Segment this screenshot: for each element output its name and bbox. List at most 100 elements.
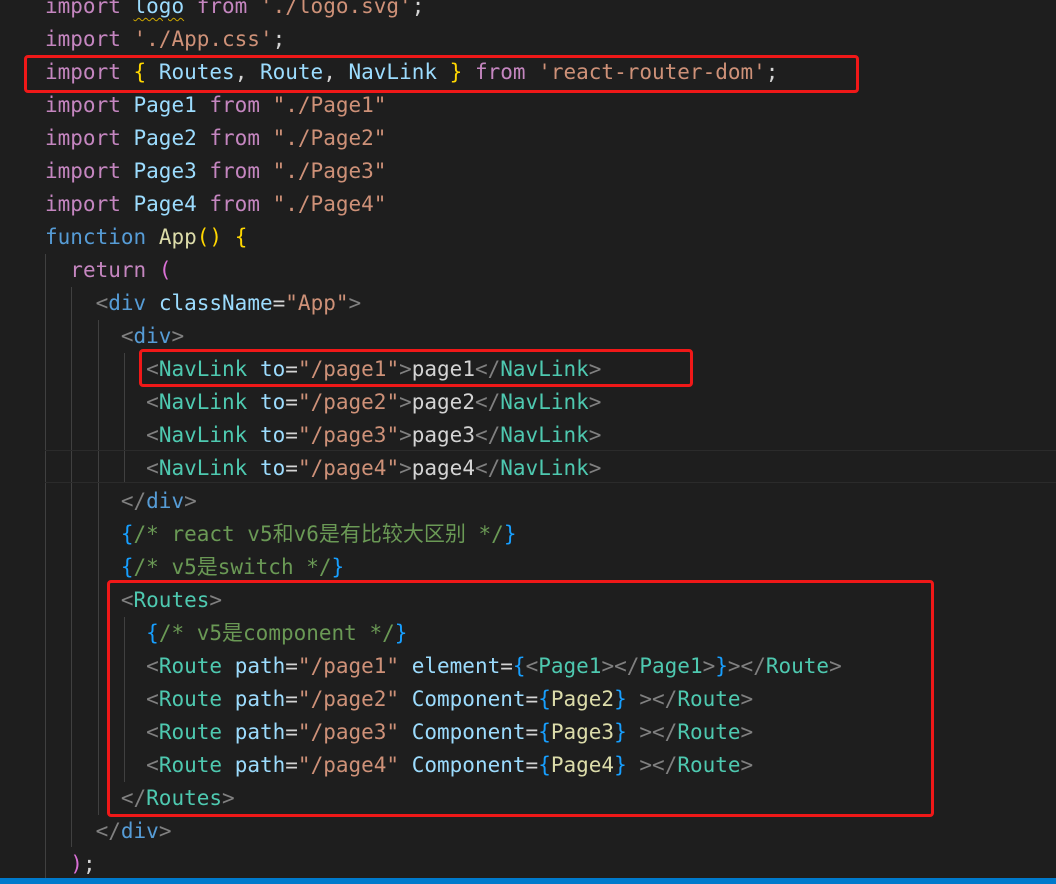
code-token: Page4	[133, 192, 197, 216]
code-token: div	[146, 489, 185, 513]
code-token: "App"	[285, 291, 349, 315]
code-editor[interactable]: import logo from './logo.svg'; import './…	[0, 0, 1056, 884]
code-token: from	[209, 93, 260, 117]
code-line[interactable]: {/* react v5和v6是有比较大区别 */}	[45, 518, 842, 551]
code-token: </	[474, 456, 501, 480]
code-token: logo	[133, 0, 185, 18]
highlight-box-navlink	[139, 349, 693, 387]
code-token: import	[45, 159, 121, 183]
code-token: }	[331, 555, 345, 579]
code-token: "./Page1"	[272, 93, 387, 117]
code-token: ;	[272, 27, 286, 51]
code-line[interactable]: import Page4 from "./Page4"	[45, 188, 842, 221]
code-token: <	[120, 324, 134, 348]
code-token: from	[209, 126, 260, 150]
code-token: >	[588, 456, 602, 480]
code-line[interactable]: <NavLink to="/page4">page4</NavLink>	[45, 452, 842, 485]
code-token: <	[146, 390, 159, 414]
code-token: "./Page3"	[272, 159, 387, 183]
code-token: NavLink	[158, 456, 248, 480]
code-token: ()	[196, 225, 223, 249]
code-token: NavLink	[500, 423, 589, 447]
code-line[interactable]: </div>	[45, 815, 842, 848]
code-line[interactable]: function App() {	[45, 221, 842, 254]
code-token: {	[120, 555, 134, 579]
code-token: page3	[411, 423, 475, 447]
code-token: </	[474, 390, 501, 414]
code-token: "./Page2"	[272, 126, 387, 150]
code-line[interactable]: <div className="App">	[45, 287, 842, 320]
code-line[interactable]: import Page3 from "./Page3"	[45, 155, 842, 188]
code-token: <	[95, 291, 109, 315]
code-token: >	[184, 489, 197, 513]
code-token: to	[259, 456, 286, 480]
code-token: from	[209, 192, 260, 216]
code-line[interactable]: </div>	[45, 485, 842, 518]
code-token: >	[588, 390, 602, 414]
code-token: <	[146, 456, 159, 480]
code-line[interactable]: import Page1 from "./Page1"	[45, 89, 842, 122]
code-line[interactable]: );	[45, 848, 842, 881]
code-token: './logo.svg'	[259, 0, 412, 18]
code-line[interactable]: import logo from './logo.svg';	[45, 0, 842, 23]
code-token: {	[234, 225, 248, 249]
code-token: function	[45, 225, 147, 249]
code-token: }	[503, 522, 517, 546]
code-token: >	[399, 423, 412, 447]
code-token: =	[272, 291, 286, 315]
code-token: App	[158, 225, 197, 249]
code-line[interactable]: return (	[45, 254, 842, 287]
code-token: >	[399, 456, 412, 480]
code-token: to	[259, 423, 286, 447]
code-token: className	[158, 291, 273, 315]
code-token: =	[285, 390, 298, 414]
code-token: )	[70, 852, 83, 876]
code-token: Page3	[133, 159, 197, 183]
code-token: NavLink	[500, 390, 589, 414]
code-token: NavLink	[500, 456, 589, 480]
code-line[interactable]: <NavLink to="/page3">page3</NavLink>	[45, 419, 842, 452]
code-token: div	[108, 291, 147, 315]
code-token: >	[399, 390, 412, 414]
code-token: import	[45, 93, 121, 117]
code-line[interactable]: <NavLink to="/page2">page2</NavLink>	[45, 386, 842, 419]
code-token: NavLink	[158, 390, 248, 414]
code-token: </	[95, 819, 121, 843]
code-token: ;	[82, 852, 96, 876]
code-token: import	[45, 0, 121, 18]
code-token: >	[588, 423, 602, 447]
code-token: import	[45, 27, 121, 51]
status-bar-edge	[0, 878, 1056, 884]
highlight-box-import	[24, 55, 859, 93]
code-token: >	[171, 324, 185, 348]
code-token: './App.css'	[133, 27, 273, 51]
code-token: import	[45, 192, 121, 216]
code-token: /* react v5和v6是有比较大区别 */	[133, 522, 504, 546]
code-token: {	[120, 522, 134, 546]
code-line[interactable]: import Page2 from "./Page2"	[45, 122, 842, 155]
code-line[interactable]: import './App.css';	[45, 23, 842, 56]
